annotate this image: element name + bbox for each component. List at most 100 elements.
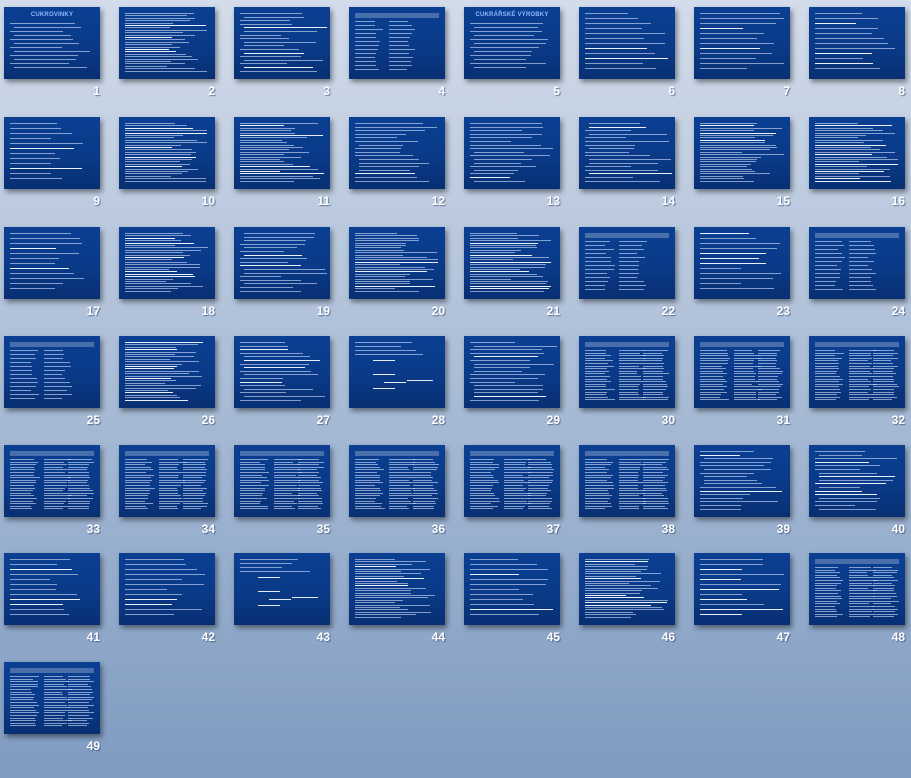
- slide-thumbnail-44[interactable]: 44: [349, 553, 447, 649]
- slide-thumbnail-19[interactable]: 19: [234, 227, 332, 323]
- slide-thumbnail-12[interactable]: 12: [349, 117, 447, 213]
- slide-thumbnail-35[interactable]: 35: [234, 445, 332, 541]
- thumb-text-line: [815, 389, 840, 390]
- thumb-text-line: [125, 388, 197, 389]
- slide-thumbnail-27[interactable]: 27: [234, 336, 332, 432]
- thumb-text-line: [815, 371, 838, 372]
- thumb-text-line: [10, 506, 31, 507]
- slide-thumbnail-1[interactable]: CUKROVINKY 1: [4, 7, 102, 103]
- thumb-text-line: [10, 390, 32, 391]
- slide-thumbnail-41[interactable]: 41: [4, 553, 102, 649]
- slide-thumbnail-39[interactable]: 39: [694, 445, 792, 541]
- slide-thumbnail-18[interactable]: 18: [119, 227, 217, 323]
- thumb-text-line: [10, 569, 73, 570]
- thumb-text-line: [585, 257, 611, 258]
- slide-thumbnail-15[interactable]: 15: [694, 117, 792, 213]
- slide-thumbnail-32[interactable]: 32: [809, 336, 907, 432]
- thumb-text-line: [585, 265, 615, 266]
- slide-thumbnail-2[interactable]: 2: [119, 7, 217, 103]
- thumb-text-line: [240, 378, 284, 379]
- thumb-text-line: [274, 498, 300, 499]
- thumb-text-line: [240, 501, 262, 502]
- thumb-text-line: [470, 508, 494, 509]
- thumb-text-line: [125, 462, 153, 463]
- slide-thumbnail-10[interactable]: 10: [119, 117, 217, 213]
- slide-thumbnail-31[interactable]: 31: [694, 336, 792, 432]
- thumb-text-line: [585, 600, 669, 601]
- slide-thumbnail-43[interactable]: 43: [234, 553, 332, 649]
- slide-thumbnail-23[interactable]: 23: [694, 227, 792, 323]
- slide-thumbnail-14[interactable]: 14: [579, 117, 677, 213]
- slide-thumbnail-42[interactable]: 42: [119, 553, 217, 649]
- slide-thumbnail-47[interactable]: 47: [694, 553, 792, 649]
- thumb-diagram-box: [258, 591, 280, 592]
- slide-thumbnail-21[interactable]: 21: [464, 227, 562, 323]
- thumb-text-line: [355, 467, 380, 468]
- thumb-text-line: [240, 459, 268, 460]
- slide-thumbnail-20[interactable]: 20: [349, 227, 447, 323]
- thumb-text-line: [240, 149, 290, 150]
- thumb-text-line: [44, 501, 66, 502]
- slide-thumbnail-30[interactable]: 30: [579, 336, 677, 432]
- thumb-text-line: [68, 697, 94, 698]
- slide-thumbnail-16[interactable]: 16: [809, 117, 907, 213]
- slide-thumbnail-40[interactable]: 40: [809, 445, 907, 541]
- slide-thumbnail-29[interactable]: 29: [464, 336, 562, 432]
- thumb-text-line: [10, 676, 40, 677]
- slide-thumbnail-45[interactable]: 45: [464, 553, 562, 649]
- slide-thumbnail-22[interactable]: 22: [579, 227, 677, 323]
- slide-thumbnail-34[interactable]: 34: [119, 445, 217, 541]
- thumb-text-line: [413, 482, 439, 483]
- slide-sorter-pane: CUKROVINKY 1 2 3 4 CUKRÁŘSKÉ VÝROBKY 5 6 7 8 9 10 11…: [0, 0, 911, 778]
- slide-thumbnail-37[interactable]: 37: [464, 445, 562, 541]
- thumb-text-line: [585, 13, 628, 14]
- thumb-text-line: [643, 472, 663, 473]
- thumb-text-line: [125, 395, 178, 396]
- slide-preview: [349, 553, 445, 625]
- slide-thumbnail-48[interactable]: 48: [809, 553, 907, 649]
- thumb-text-line: [355, 475, 381, 476]
- slide-thumbnail-4[interactable]: 4: [349, 7, 447, 103]
- thumb-text-line: [125, 264, 201, 265]
- slide-thumbnail-11[interactable]: 11: [234, 117, 332, 213]
- thumb-text-line: [125, 269, 170, 270]
- slide-thumbnail-8[interactable]: 8: [809, 7, 907, 103]
- thumb-text-line: [700, 604, 765, 605]
- thumb-text-line: [849, 614, 874, 615]
- slide-thumbnail-7[interactable]: 7: [694, 7, 792, 103]
- thumb-text-line: [44, 503, 64, 504]
- slide-thumbnail-38[interactable]: 38: [579, 445, 677, 541]
- thumb-text-line: [10, 394, 39, 395]
- thumb-text-line: [758, 399, 777, 400]
- thumb-text-line: [849, 289, 877, 290]
- slide-thumbnail-6[interactable]: 6: [579, 7, 677, 103]
- thumb-text-line: [10, 604, 63, 605]
- slide-number: 32: [891, 413, 905, 427]
- slide-thumbnail-28[interactable]: 28: [349, 336, 447, 432]
- slide-thumbnail-46[interactable]: 46: [579, 553, 677, 649]
- thumb-text-line: [700, 498, 743, 499]
- slide-thumbnail-36[interactable]: 36: [349, 445, 447, 541]
- thumb-text-line: [125, 347, 176, 348]
- slide-thumbnail-13[interactable]: 13: [464, 117, 562, 213]
- thumb-text-line: [274, 488, 300, 489]
- slide-thumbnail-3[interactable]: 3: [234, 7, 332, 103]
- slide-thumbnail-24[interactable]: 24: [809, 227, 907, 323]
- slide-thumbnail-33[interactable]: 33: [4, 445, 102, 541]
- slide-number: 13: [546, 194, 560, 208]
- slide-thumbnail-5[interactable]: CUKRÁŘSKÉ VÝROBKY 5: [464, 7, 562, 103]
- thumb-text-line: [355, 259, 439, 260]
- slide-thumbnail-17[interactable]: 17: [4, 227, 102, 323]
- thumb-text-line: [470, 247, 537, 248]
- thumb-text-line: [585, 53, 655, 54]
- thumb-text-line: [474, 396, 547, 397]
- thumb-text-line: [44, 354, 64, 355]
- slide-thumbnail-25[interactable]: 25: [4, 336, 102, 432]
- thumb-text-line: [700, 268, 742, 269]
- slide-thumbnail-49[interactable]: 49: [4, 662, 102, 758]
- slide-thumbnail-9[interactable]: 9: [4, 117, 102, 213]
- thumb-text-line: [643, 376, 663, 377]
- thumb-text-line: [470, 259, 513, 260]
- thumb-text-line: [589, 148, 635, 149]
- slide-thumbnail-26[interactable]: 26: [119, 336, 217, 432]
